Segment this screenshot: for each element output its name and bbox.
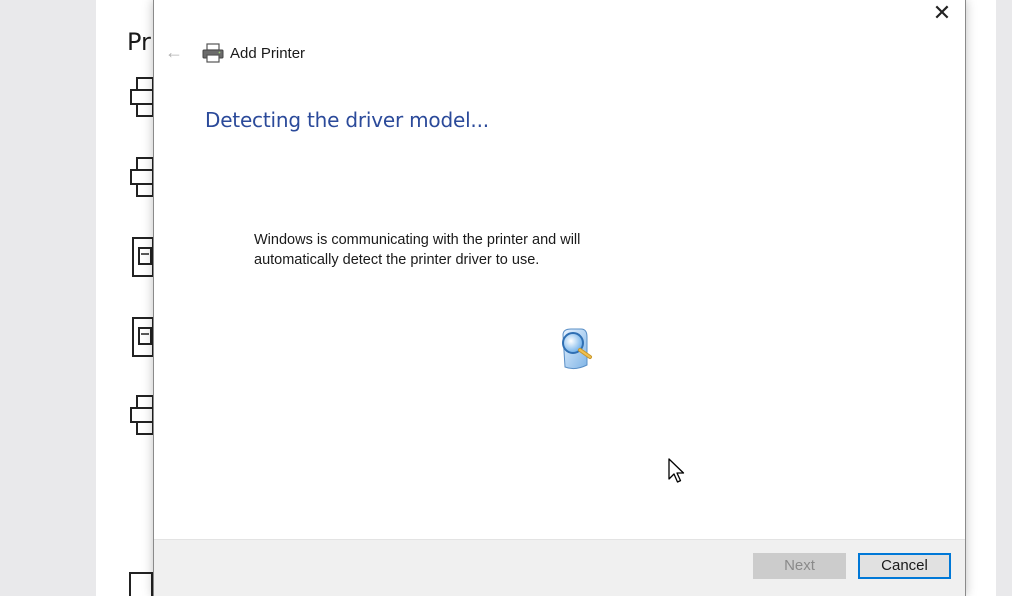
page-heading: Detecting the driver model... bbox=[205, 108, 489, 132]
status-message-line: automatically detect the printer driver … bbox=[254, 252, 540, 268]
add-printer-dialog: ✕ ← Add Printer Detecting the driver mod… bbox=[153, 0, 966, 596]
status-message: Windows is communicating with the printe… bbox=[254, 230, 674, 270]
background-page-title: Pr bbox=[127, 28, 151, 56]
fax-list-icon[interactable] bbox=[129, 316, 155, 357]
status-message-line: Windows is communicating with the printe… bbox=[254, 232, 581, 248]
printer-list-icon[interactable] bbox=[129, 76, 155, 117]
close-icon[interactable]: ✕ bbox=[927, 2, 957, 28]
dialog-footer: Next Cancel bbox=[154, 539, 965, 596]
cancel-button[interactable]: Cancel bbox=[858, 553, 951, 579]
printer-list-icon[interactable] bbox=[129, 156, 155, 197]
next-button[interactable]: Next bbox=[753, 553, 846, 579]
searching-magnifier-icon bbox=[557, 325, 597, 378]
printer-list-icon[interactable] bbox=[129, 394, 155, 435]
mouse-cursor-icon bbox=[668, 458, 686, 491]
fax-list-icon[interactable] bbox=[129, 236, 155, 277]
printer-icon bbox=[202, 43, 224, 68]
back-arrow-icon[interactable]: ← bbox=[164, 42, 184, 62]
dialog-title: Add Printer bbox=[230, 45, 306, 62]
device-list-icon[interactable] bbox=[129, 572, 153, 596]
